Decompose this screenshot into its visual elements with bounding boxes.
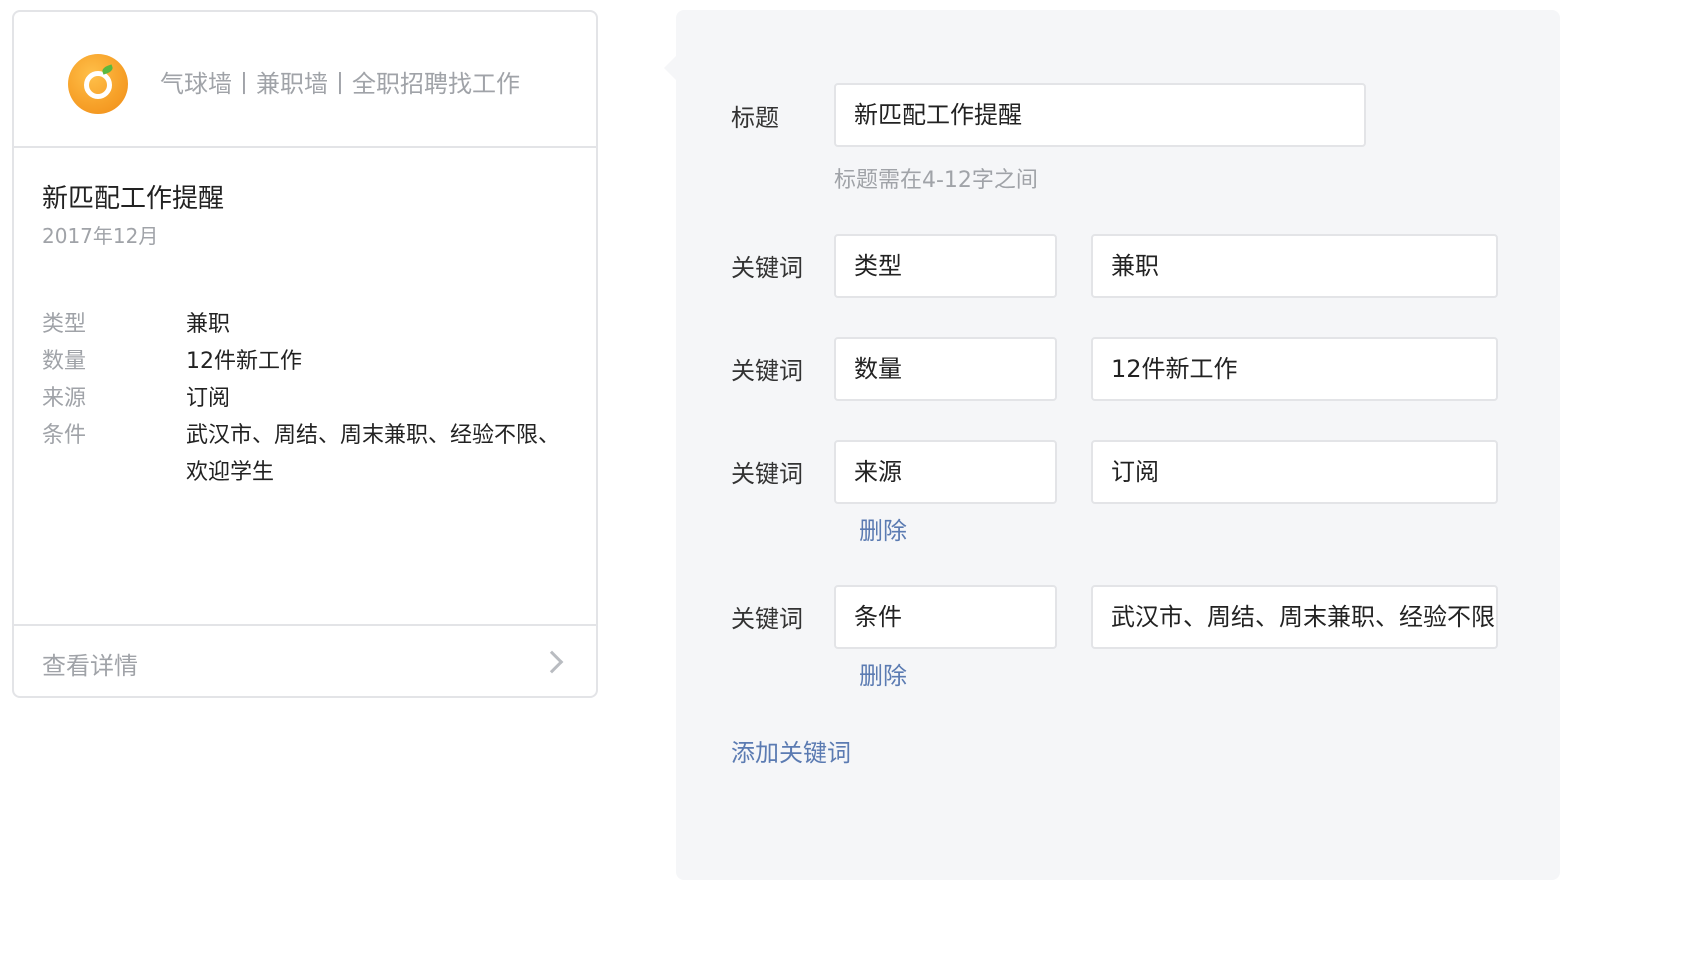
keyword-label: 关键词 [731, 357, 803, 385]
delete-keyword-button[interactable]: 删除 [859, 511, 907, 546]
card-body: 新匹配工作提醒 2017年12月 类型 兼职 数量 12件新工作 来源 订阅 条… [14, 148, 596, 626]
logo-leaf [101, 64, 114, 75]
keyword-key: 数量 [42, 349, 87, 374]
keyword-row: 来源 订阅 [42, 380, 562, 417]
keyword-value-input[interactable]: 兼职 [1091, 234, 1498, 298]
keyword-name-input[interactable]: 条件 [834, 585, 1057, 649]
view-details-label: 查看详情 [42, 652, 138, 680]
message-date: 2017年12月 [42, 224, 159, 248]
keyword-value-input[interactable]: 12件新工作 [1091, 337, 1498, 401]
template-editor-panel: 标题 新匹配工作提醒 标题需在4-12字之间 关键词 类型 兼职 关键词 数量 … [664, 10, 1560, 880]
keyword-value: 兼职 [186, 312, 231, 337]
keyword-label: 关键词 [731, 460, 803, 488]
title-label: 标题 [731, 104, 779, 132]
title-hint: 标题需在4-12字之间 [834, 168, 1038, 193]
add-keyword-button[interactable]: 添加关键词 [731, 733, 851, 768]
orange-logo-icon [68, 54, 128, 114]
message-preview-card: 气球墙丨兼职墙丨全职招聘找工作 新匹配工作提醒 2017年12月 类型 兼职 数… [12, 10, 598, 698]
keyword-name-input[interactable]: 数量 [834, 337, 1057, 401]
keyword-key: 来源 [42, 386, 87, 411]
logo-ring [84, 71, 112, 99]
keyword-row: 数量 12件新工作 [42, 343, 562, 380]
keyword-row: 条件 武汉市、周结、周末兼职、经验不限、欢迎学生 [42, 417, 562, 491]
account-name: 气球墙丨兼职墙丨全职招聘找工作 [160, 70, 520, 98]
keyword-row: 类型 兼职 [42, 306, 562, 343]
keyword-value: 武汉市、周结、周末兼职、经验不限、欢迎学生 [186, 423, 561, 485]
keyword-value-input[interactable]: 订阅 [1091, 440, 1498, 504]
panel-pointer [664, 56, 676, 80]
card-header: 气球墙丨兼职墙丨全职招聘找工作 [14, 12, 596, 148]
chevron-right-icon [540, 650, 564, 674]
keyword-key: 条件 [42, 423, 87, 448]
keyword-label: 关键词 [731, 605, 803, 633]
title-input[interactable]: 新匹配工作提醒 [834, 83, 1366, 147]
keyword-value-input[interactable]: 武汉市、周结、周末兼职、经验不限、欢迎学生 [1091, 585, 1498, 649]
view-details-link[interactable]: 查看详情 [14, 626, 596, 696]
keyword-key: 类型 [42, 312, 87, 337]
delete-keyword-button[interactable]: 删除 [859, 656, 907, 691]
keyword-label: 关键词 [731, 254, 803, 282]
keyword-name-input[interactable]: 来源 [834, 440, 1057, 504]
keyword-value: 12件新工作 [186, 349, 302, 374]
message-title: 新匹配工作提醒 [42, 184, 225, 214]
keyword-value: 订阅 [186, 386, 231, 411]
keyword-name-input[interactable]: 类型 [834, 234, 1057, 298]
keyword-list: 类型 兼职 数量 12件新工作 来源 订阅 条件 武汉市、周结、周末兼职、经验不… [42, 306, 562, 491]
